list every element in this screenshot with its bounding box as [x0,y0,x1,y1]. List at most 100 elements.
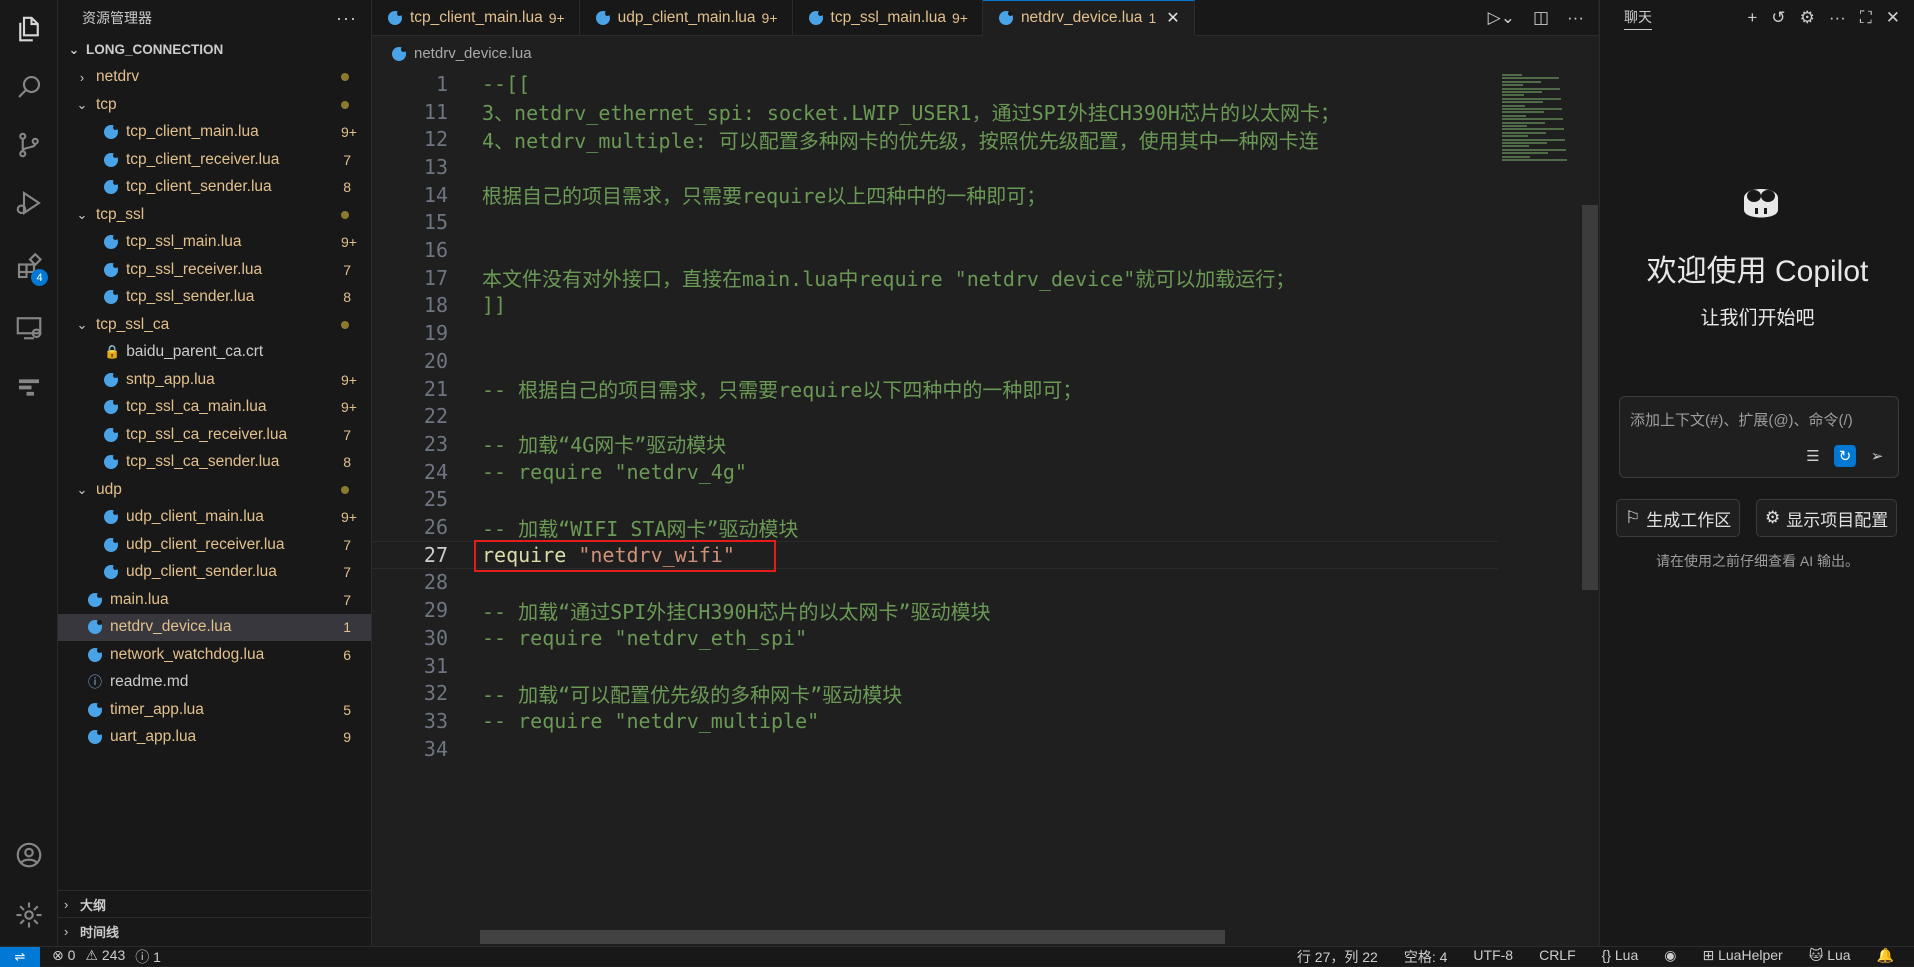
indentation[interactable]: 空格: 4 [1404,947,1448,967]
code-line[interactable]: 18]] [372,292,1498,320]
new-chat-icon[interactable]: + [1747,8,1757,28]
run-icon[interactable]: ▷⌄ [1488,8,1515,28]
editor-tab[interactable]: tcp_ssl_main.lua 9+ [793,0,983,36]
file-item[interactable]: tcp_ssl_sender.lua 8 [58,284,371,312]
editor-tab[interactable]: udp_client_main.lua 9+ [580,0,793,36]
history-icon[interactable]: ↺ [1771,8,1785,28]
notifications-bell-icon[interactable]: 🔔 [1877,947,1894,967]
code-line[interactable]: 1 --[[ [372,70,1498,98]
tool-icon[interactable] [0,356,58,414]
editor-tab[interactable]: netdrv_device.lua 1 ✕ [982,0,1195,36]
source-control-icon[interactable] [0,116,58,174]
code-line[interactable]: 22 [372,402,1498,430]
code-line[interactable]: 32 -- 加载“可以配置优先级的多种网卡”驱动模块 [372,679,1498,707]
send-icon[interactable]: ➢ [1866,445,1888,467]
code-line[interactable]: 26 -- 加载“WIFI STA网卡”驱动模块 [372,513,1498,541]
breadcrumb-file[interactable]: netdrv_device.lua [414,45,532,62]
chat-input[interactable] [1628,411,1888,430]
file-item[interactable]: 🔒 baidu_parent_ca.crt [58,339,371,367]
run-debug-icon[interactable] [0,174,58,232]
end-of-line[interactable]: CRLF [1539,947,1576,967]
code-line[interactable]: 31 [372,652,1498,680]
chat-tab[interactable]: 聊天 [1624,7,1652,30]
file-item[interactable]: udp_client_main.lua 9+ [58,504,371,532]
code-line[interactable]: 24 -- require "netdrv_4g" [372,458,1498,486]
code-line[interactable]: 19 [372,319,1498,347]
code-line[interactable]: 16 [372,236,1498,264]
problems-summary[interactable]: ⊗ 0 ⚠ 243 ⓘ 1 [52,947,161,967]
file-item[interactable]: timer_app.lua 5 [58,696,371,724]
encoding[interactable]: UTF-8 [1473,947,1513,967]
more-actions-icon[interactable]: ··· [1829,8,1846,28]
editor-tab[interactable]: tcp_client_main.lua 9+ [372,0,580,36]
code-line[interactable]: 15 [372,209,1498,237]
language-mode[interactable]: {} Lua [1602,947,1639,967]
chat-input-box[interactable]: ☰ ↻ ➢ [1619,396,1899,478]
search-icon[interactable] [0,58,58,116]
settings-gear-icon[interactable] [0,886,58,944]
more-actions-icon[interactable]: ··· [336,8,357,29]
remote-indicator-icon[interactable]: ⇌ [0,946,40,967]
file-item[interactable]: network_watchdog.lua 6 [58,641,371,669]
more-actions-icon[interactable]: ··· [1567,8,1584,28]
extensions-icon[interactable]: 4 [0,238,58,296]
folder-item[interactable]: › netdrv [58,64,371,92]
luahelper-status[interactable]: ⊞ LuaHelper [1702,947,1782,967]
file-item[interactable]: tcp_ssl_ca_sender.lua 8 [58,449,371,477]
maximize-icon[interactable]: ⛶ [1860,8,1872,28]
code-line[interactable]: 29 -- 加载“通过SPI外挂CH390H芯片的以太网卡”驱动模块 [372,596,1498,624]
code-line[interactable]: 13 [372,153,1498,181]
code-line[interactable]: 17 本文件没有对外接口，直接在main.lua中require "netdrv_… [372,264,1498,292]
folder-item[interactable]: ⌄ udp [58,476,371,504]
code-line[interactable]: 12 4、netdrv_multiple: 可以配置多种网卡的优先级，按照优先级配… [372,125,1498,153]
code-line[interactable]: 34 [372,735,1498,763]
file-item[interactable]: uart_app.lua 9 [58,724,371,752]
code-line[interactable]: 25 [372,486,1498,514]
file-item[interactable]: tcp_client_main.lua 9+ [58,119,371,147]
file-item[interactable]: sntp_app.lua 9+ [58,366,371,394]
copilot-status-icon[interactable]: ◉ [1664,947,1676,967]
folder-item[interactable]: ⌄ tcp [58,91,371,119]
account-icon[interactable] [0,826,58,884]
close-icon[interactable]: ✕ [1886,8,1900,28]
outline-section[interactable]: › 大纲 [58,890,371,917]
file-item[interactable]: netdrv_device.lua 1 [58,613,371,641]
explorer-icon[interactable] [0,0,58,58]
code-line[interactable]: 30 -- require "netdrv_eth_spi" [372,624,1498,652]
folder-item[interactable]: ⌄ tcp_ssl [58,201,371,229]
code-editor[interactable]: 1 --[[11 3、netdrv_ethernet_spi: socket.LWI… [372,70,1598,946]
code-line[interactable]: 20 [372,347,1498,375]
lua-status[interactable]: 🐱 Lua [1809,947,1851,967]
show-project-config-button[interactable]: ⚙ 显示项目配置 [1756,499,1898,537]
folder-item[interactable]: ⌄ tcp_ssl_ca [58,311,371,339]
vertical-scroll-thumb[interactable] [1582,205,1598,590]
code-line[interactable]: 11 3、netdrv_ethernet_spi: socket.LWIP_USE… [372,98,1498,126]
file-item[interactable]: tcp_ssl_ca_main.lua 9+ [58,394,371,422]
generate-workspace-button[interactable]: ⚐ 生成工作区 [1616,499,1741,537]
file-item[interactable]: tcp_ssl_receiver.lua 7 [58,256,371,284]
code-line[interactable]: 14 根据自己的项目需求，只需要require以上四种中的一种即可； [372,181,1498,209]
horizontal-scroll-thumb[interactable] [480,930,1225,944]
agent-mode-icon[interactable]: ↻ [1834,445,1856,467]
file-item[interactable]: main.lua 7 [58,586,371,614]
split-editor-icon[interactable]: ◫ [1533,8,1549,28]
code-line[interactable]: 33 -- require "netdrv_multiple" [372,707,1498,735]
file-item[interactable]: tcp_ssl_main.lua 9+ [58,229,371,257]
timeline-section[interactable]: › 时间线 [58,917,371,944]
file-item[interactable]: udp_client_sender.lua 7 [58,559,371,587]
remote-explorer-icon[interactable] [0,298,58,356]
cursor-position[interactable]: 行 27，列 22 [1297,947,1378,967]
code-line[interactable]: 21 -- 根据自己的项目需求，只需要require以下四种中的一种即可； [372,375,1498,403]
file-item[interactable]: tcp_ssl_ca_receiver.lua 7 [58,421,371,449]
code-line[interactable]: 23 -- 加载“4G网卡”驱动模块 [372,430,1498,458]
file-item[interactable]: udp_client_receiver.lua 7 [58,531,371,559]
code-line[interactable]: 28 [372,569,1498,597]
gear-icon[interactable]: ⚙ [1800,8,1815,28]
minimap[interactable] [1500,70,1584,166]
file-item[interactable]: ⓘ readme.md [58,669,371,697]
file-item[interactable]: tcp_client_sender.lua 8 [58,174,371,202]
close-tab-icon[interactable]: ✕ [1166,8,1179,28]
file-item[interactable]: tcp_client_receiver.lua 7 [58,146,371,174]
code-line[interactable]: 27 require "netdrv_wifi" [372,539,1498,572]
context-icon[interactable]: ☰ [1802,445,1824,467]
